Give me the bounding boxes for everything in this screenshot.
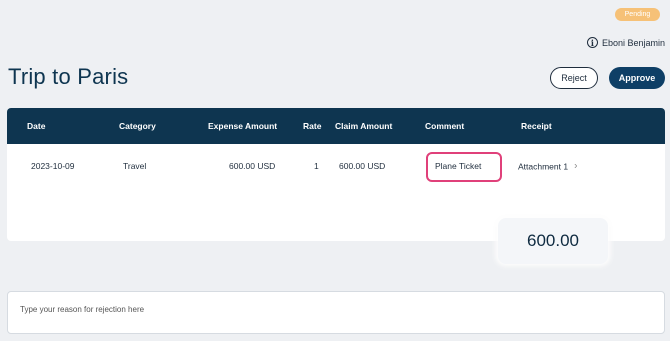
header-rate: Rate: [303, 121, 322, 131]
receipt-label: Attachment 1: [518, 161, 569, 171]
cell-comment: Plane Ticket: [435, 161, 482, 171]
cell-expense-amount: 600.00 USD: [229, 161, 276, 171]
cell-claim-amount: 600.00 USD: [339, 161, 386, 171]
header-expense-amount: Expense Amount: [208, 121, 278, 131]
status-badge: Pending: [615, 8, 660, 21]
reject-button[interactable]: Reject: [550, 67, 598, 89]
receipt-link[interactable]: Attachment 1 ›: [518, 161, 577, 172]
page-title: Trip to Paris: [8, 64, 129, 89]
rejection-reason-input[interactable]: Type your reason for rejection here: [7, 291, 665, 334]
cell-date: 2023-10-09: [31, 161, 75, 171]
header-comment: Comment: [425, 121, 465, 131]
header-category: Category: [119, 121, 156, 131]
approve-button[interactable]: Approve: [609, 67, 665, 89]
chevron-right-icon: ›: [574, 160, 578, 172]
table-row: 2023-10-09 Travel 600.00 USD 1 600.00 US…: [7, 146, 665, 186]
table-header: Date Category Expense Amount Rate Claim …: [7, 108, 665, 144]
info-icon: i: [586, 37, 598, 48]
cell-rate: 1: [314, 161, 319, 171]
cell-category: Travel: [123, 161, 147, 171]
header-date: Date: [27, 121, 46, 131]
header-receipt: Receipt: [521, 121, 552, 131]
user-name: Eboni Benjamin: [601, 37, 665, 48]
total-amount: 600.00: [498, 218, 608, 264]
header-claim-amount: Claim Amount: [335, 121, 393, 131]
user-info[interactable]: i Eboni Benjamin: [586, 37, 665, 48]
